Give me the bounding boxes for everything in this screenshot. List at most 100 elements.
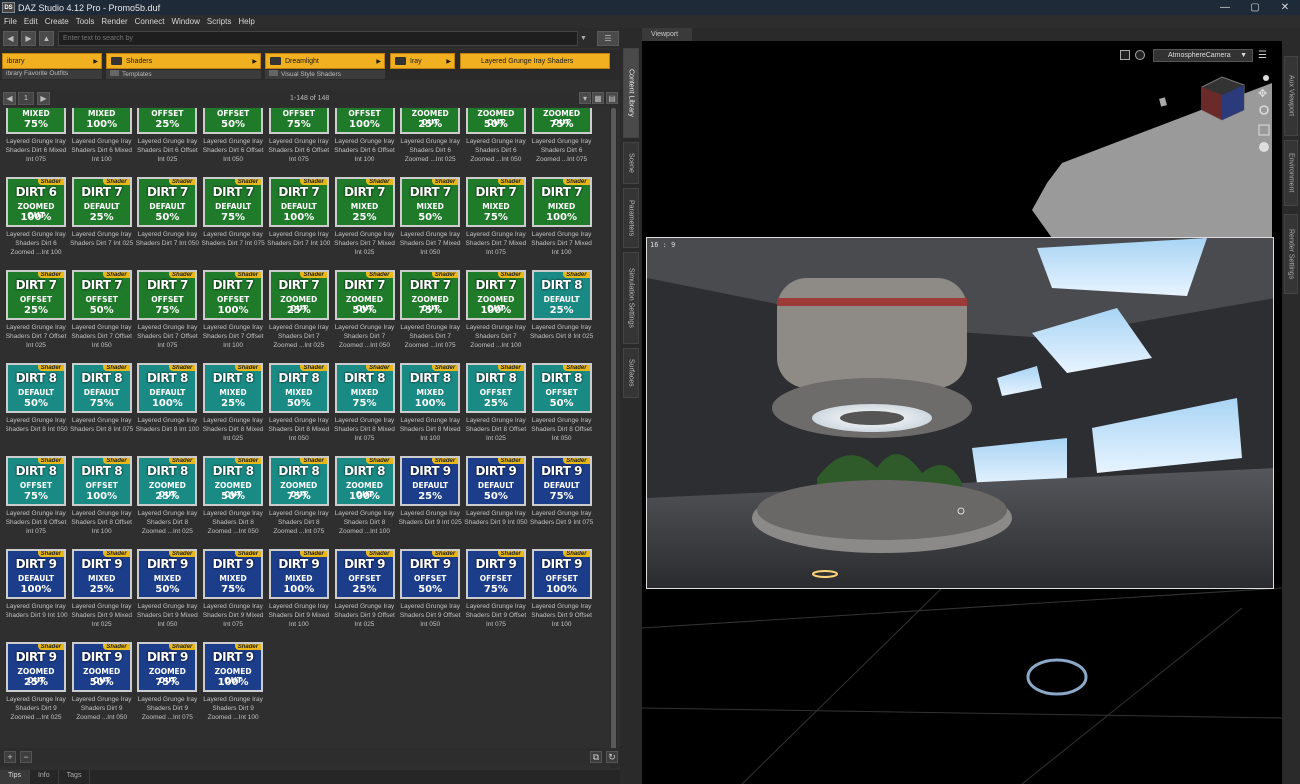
- shader-tile[interactable]: DIRT 9 ZOOMED OUT 50% Shader Layered Grunge …: [71, 642, 132, 722]
- tab-render-settings[interactable]: Render Settings: [1284, 214, 1298, 294]
- tab-scene[interactable]: Scene: [623, 142, 639, 184]
- tab-environment[interactable]: Environment: [1284, 140, 1298, 206]
- crumb-iray[interactable]: Iray ▶: [390, 53, 455, 69]
- tab-tips[interactable]: Tips: [0, 770, 30, 784]
- crumb-library[interactable]: ibrary ▶: [2, 53, 102, 69]
- shader-tile[interactable]: DIRT 6ZOOMED OUT75% Layered Grunge Iray S…: [531, 108, 592, 164]
- menu-scripts[interactable]: Scripts: [207, 17, 231, 26]
- shader-tile[interactable]: DIRT 8 OFFSET 50% Shader Layered Grunge Iray…: [531, 363, 592, 443]
- shader-tile[interactable]: DIRT 9 DEFAULT 75% Shader Layered Grunge Ira…: [530, 456, 593, 527]
- tab-viewport[interactable]: Viewport: [642, 28, 692, 41]
- crumb-shaders[interactable]: Shaders ▶: [106, 53, 261, 69]
- search-dropdown-icon[interactable]: ▼: [580, 35, 587, 42]
- shader-tile[interactable]: DIRT 6OFFSET50% Layered Grunge Iray Shade…: [203, 108, 263, 164]
- shader-tile[interactable]: DIRT 7 DEFAULT 100% Shader Layered Grunge Ir…: [267, 177, 330, 248]
- shader-tile[interactable]: DIRT 9 OFFSET 100% Shader Layered Grunge Ira…: [531, 549, 592, 629]
- shader-tile[interactable]: DIRT 9 MIXED 25% Shader Layered Grunge Iray …: [71, 549, 132, 629]
- tab-aux-viewport[interactable]: Aux Viewport: [1284, 56, 1298, 136]
- shader-tile[interactable]: DIRT 7 DEFAULT 50% Shader Layered Grunge Ira…: [136, 177, 199, 248]
- shader-tile[interactable]: DIRT 9 ZOOMED OUT 75% Shader Layered Grunge …: [137, 642, 198, 722]
- menu-help[interactable]: Help: [238, 17, 254, 26]
- shader-tile[interactable]: DIRT 8 MIXED 50% Shader Layered Grunge Iray …: [268, 363, 329, 443]
- list-view-icon[interactable]: ▤: [606, 92, 618, 104]
- copy-icon[interactable]: ⧉: [590, 751, 602, 763]
- orbit-icon[interactable]: [1263, 75, 1269, 81]
- tab-content-library[interactable]: Content Library: [623, 48, 639, 138]
- refresh-icon[interactable]: ↻: [606, 751, 618, 763]
- shader-tile[interactable]: DIRT 7 MIXED 50% Shader Layered Grunge Iray …: [400, 177, 461, 257]
- shader-tile[interactable]: DIRT 9 DEFAULT 25% Shader Layered Grunge Ira…: [399, 456, 462, 527]
- shader-tile[interactable]: DIRT 6MIXED100% Layered Grunge Iray Shade…: [71, 108, 132, 164]
- menu-edit[interactable]: Edit: [24, 17, 38, 26]
- tab-surfaces[interactable]: Surfaces: [623, 348, 639, 398]
- tab-tags[interactable]: Tags: [59, 770, 91, 784]
- shader-tile[interactable]: DIRT 7 MIXED 25% Shader Layered Grunge Iray …: [334, 177, 395, 257]
- maximize-button[interactable]: ▢: [1240, 2, 1270, 13]
- shader-tile[interactable]: DIRT 9 MIXED 75% Shader Layered Grunge Iray …: [203, 549, 263, 629]
- grid-view-icon[interactable]: ▦: [592, 92, 604, 104]
- shader-tile[interactable]: DIRT 7 DEFAULT 75% Shader Layered Grunge Ira…: [201, 177, 265, 248]
- menu-create[interactable]: Create: [45, 17, 69, 26]
- shader-tile[interactable]: DIRT 8 OFFSET 25% Shader Layered Grunge Iray…: [466, 363, 526, 443]
- shader-tile[interactable]: DIRT 6OFFSET25% Layered Grunge Iray Shade…: [137, 108, 198, 164]
- add-button[interactable]: +: [4, 751, 16, 763]
- shader-tile[interactable]: DIRT 8 OFFSET 100% Shader Layered Grunge Ira…: [71, 456, 132, 536]
- pan-icon[interactable]: ✥: [1258, 87, 1267, 100]
- shader-tile[interactable]: DIRT 7 ZOOMED OUT 75% Shader Layered Grunge …: [400, 270, 461, 350]
- crumb-dreamlight[interactable]: Dreamlight ▶: [265, 53, 385, 69]
- shader-tile[interactable]: DIRT 9 OFFSET 25% Shader Layered Grunge Iray…: [334, 549, 395, 629]
- camera-select[interactable]: AtmosphereCamera ▼: [1153, 49, 1253, 62]
- shader-tile[interactable]: DIRT 6ZOOMED OUT50% Layered Grunge Iray S…: [465, 108, 526, 164]
- menu-window[interactable]: Window: [171, 17, 199, 26]
- page-number[interactable]: 1: [18, 91, 34, 105]
- reset-icon[interactable]: [1259, 142, 1269, 152]
- shader-tile[interactable]: DIRT 9 ZOOMED OUT 25% Shader Layered Grunge …: [6, 642, 66, 722]
- shader-tile[interactable]: DIRT 6OFFSET100% Layered Grunge Iray Shad…: [334, 108, 395, 164]
- menu-tools[interactable]: Tools: [76, 17, 95, 26]
- search-input[interactable]: [58, 30, 578, 46]
- shader-tile[interactable]: DIRT 9 DEFAULT 100% Shader Layered Grunge Ir…: [6, 549, 68, 620]
- menu-render[interactable]: Render: [101, 17, 127, 26]
- shader-tile[interactable]: DIRT 8 MIXED 100% Shader Layered Grunge Iray…: [400, 363, 461, 443]
- prev-page-icon[interactable]: ◀: [3, 91, 16, 105]
- shader-tile[interactable]: DIRT 6 ZOOMED OUT 100% Shader Layered Grunge…: [6, 177, 66, 257]
- shader-tile[interactable]: DIRT 8 MIXED 75% Shader Layered Grunge Iray …: [334, 363, 395, 443]
- remove-button[interactable]: −: [20, 751, 32, 763]
- shader-tile[interactable]: DIRT 8 DEFAULT 75% Shader Layered Grunge Ira…: [70, 363, 133, 434]
- shader-tile[interactable]: DIRT 8 ZOOMED OUT 25% Shader Layered Grunge …: [137, 456, 198, 536]
- shader-tile[interactable]: DIRT 7 MIXED 75% Shader Layered Grunge Iray …: [466, 177, 526, 257]
- shader-tile[interactable]: DIRT 9 MIXED 100% Shader Layered Grunge Iray…: [268, 549, 329, 629]
- minimize-button[interactable]: —: [1210, 2, 1240, 13]
- crumb-sub-shaders[interactable]: Templates: [106, 70, 261, 79]
- shader-tile[interactable]: DIRT 8 OFFSET 75% Shader Layered Grunge Iray…: [6, 456, 66, 536]
- drawstyle-icon[interactable]: [1135, 50, 1145, 60]
- tab-simulation-settings[interactable]: Simulation Settings: [623, 252, 639, 344]
- up-icon[interactable]: ▲: [39, 30, 54, 46]
- shader-tile[interactable]: DIRT 7 OFFSET 100% Shader Layered Grunge Ira…: [203, 270, 263, 350]
- shader-tile[interactable]: DIRT 9 MIXED 50% Shader Layered Grunge Iray …: [137, 549, 198, 629]
- shader-tile[interactable]: DIRT 8 DEFAULT 25% Shader Layered Grunge Ira…: [530, 270, 593, 341]
- shader-tile[interactable]: DIRT 8 ZOOMED OUT 100% Shader Layered Grunge…: [334, 456, 395, 536]
- shader-tile[interactable]: DIRT 6ZOOMED OUT25% Layered Grunge Iray S…: [400, 108, 461, 164]
- shader-tile[interactable]: DIRT 8 DEFAULT 100% Shader Layered Grunge Ir…: [136, 363, 199, 434]
- menu-connect[interactable]: Connect: [135, 17, 165, 26]
- shader-tile[interactable]: DIRT 7 OFFSET 25% Shader Layered Grunge Iray…: [6, 270, 66, 350]
- scrollbar-thumb[interactable]: [611, 108, 616, 758]
- close-button[interactable]: ✕: [1270, 2, 1300, 13]
- shader-tile[interactable]: DIRT 8 MIXED 25% Shader Layered Grunge Iray …: [203, 363, 263, 443]
- shader-tile[interactable]: DIRT 6MIXED75% Layered Grunge Iray Shader…: [6, 108, 66, 164]
- tab-info[interactable]: Info: [30, 770, 59, 784]
- shader-tile[interactable]: DIRT 8 ZOOMED OUT 75% Shader Layered Grunge …: [268, 456, 329, 536]
- options-icon[interactable]: ▾: [579, 92, 591, 104]
- viewport-menu-icon[interactable]: ☰: [1258, 50, 1267, 61]
- shader-tile[interactable]: DIRT 7 OFFSET 75% Shader Layered Grunge Iray…: [137, 270, 198, 350]
- crumb-layered-grunge[interactable]: Layered Grunge Iray Shaders: [460, 53, 610, 69]
- tab-parameters[interactable]: Parameters: [623, 188, 639, 248]
- shader-tile[interactable]: DIRT 6OFFSET75% Layered Grunge Iray Shade…: [269, 108, 329, 164]
- crumb-sub-dreamlight[interactable]: Visual Style Shaders: [265, 70, 385, 79]
- view-options-icon[interactable]: ☰: [596, 30, 619, 46]
- next-page-icon[interactable]: ▶: [37, 91, 50, 105]
- zoom-icon[interactable]: [1259, 105, 1269, 115]
- menu-file[interactable]: File: [4, 17, 17, 26]
- shader-tile[interactable]: DIRT 8 ZOOMED OUT 50% Shader Layered Grunge …: [203, 456, 264, 536]
